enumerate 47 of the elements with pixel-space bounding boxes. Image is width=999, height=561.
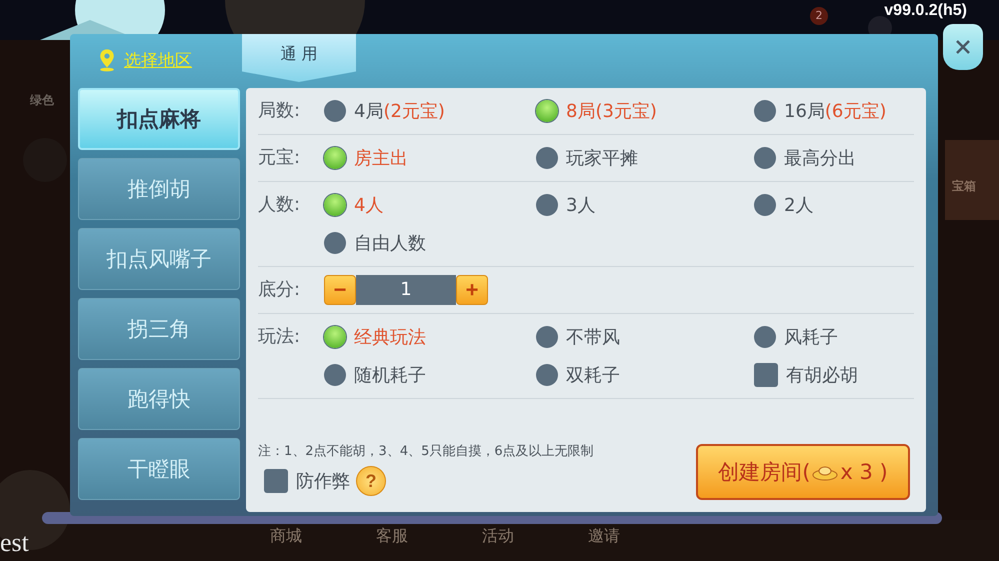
side-label: 绿色: [30, 92, 54, 109]
option[interactable]: 不带风: [536, 318, 754, 356]
option[interactable]: 3人: [536, 186, 754, 224]
option[interactable]: 4人: [324, 186, 536, 224]
nav-item[interactable]: 邀请: [588, 526, 620, 547]
option[interactable]: 房主出: [324, 139, 536, 177]
option[interactable]: 双耗子: [536, 356, 754, 394]
game-tab[interactable]: 扣点风嘴子: [78, 228, 240, 290]
close-icon: [954, 38, 972, 56]
plus-button[interactable]: +: [456, 275, 488, 305]
row-label: 局数:: [258, 99, 302, 123]
side-label: 宝箱: [952, 178, 976, 195]
option[interactable]: 风耗子: [754, 318, 914, 356]
game-tab[interactable]: 推倒胡: [78, 158, 240, 220]
option[interactable]: 有胡必胡: [754, 356, 914, 394]
option[interactable]: 玩家平摊: [536, 139, 754, 177]
option[interactable]: 随机耗子: [324, 356, 536, 394]
minus-button[interactable]: −: [324, 275, 356, 305]
nav-item[interactable]: 商城: [270, 526, 302, 547]
option[interactable]: 8局(3元宝): [536, 92, 754, 130]
game-tab[interactable]: 干瞪眼: [78, 438, 240, 500]
option[interactable]: 4局(2元宝): [324, 92, 536, 130]
tab[interactable]: 通 用: [242, 34, 356, 82]
help-button[interactable]: ?: [356, 466, 386, 496]
note-text: 注：1、2点不能胡，3、4、5只能自摸，6点及以上无限制: [258, 443, 594, 460]
row-label: 底分:: [258, 278, 302, 302]
option[interactable]: 2人: [754, 186, 914, 224]
value-field[interactable]: 1: [356, 275, 456, 305]
nav-item[interactable]: 客服: [376, 526, 408, 547]
location-pin-icon: [98, 48, 116, 72]
option[interactable]: 自由人数: [324, 224, 536, 262]
row-label: 人数:: [258, 193, 302, 217]
option[interactable]: 16局(6元宝): [754, 92, 914, 130]
corner-text: est: [0, 528, 29, 558]
version-label: v99.0.2(h5): [884, 2, 967, 20]
nav-item[interactable]: 活动: [482, 526, 514, 547]
game-tab[interactable]: 拐三角: [78, 298, 240, 360]
row-label: 元宝:: [258, 146, 302, 170]
create-room-button[interactable]: 创建房间( x 3 ): [696, 444, 910, 500]
option[interactable]: 防作弊: [264, 462, 350, 500]
ingot-icon: [812, 464, 838, 480]
game-tab[interactable]: 扣点麻将: [78, 88, 240, 150]
row-label: 玩法:: [258, 325, 302, 349]
game-tab[interactable]: 跑得快: [78, 368, 240, 430]
option[interactable]: 最高分出: [754, 139, 914, 177]
close-button[interactable]: [943, 24, 983, 70]
option[interactable]: 经典玩法: [324, 318, 536, 356]
